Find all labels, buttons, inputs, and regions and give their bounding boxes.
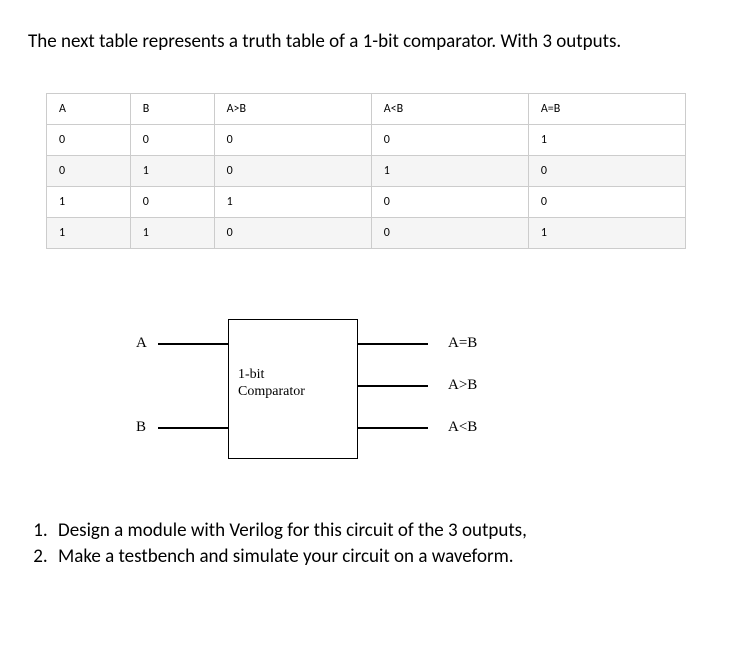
cell: 1 (47, 218, 131, 249)
wire-output-aeqb (358, 343, 428, 345)
cell: 1 (528, 125, 685, 156)
cell: 0 (528, 187, 685, 218)
box-line1: 1-bit (238, 367, 264, 382)
comparator-box-label: 1-bit Comparator (238, 367, 305, 401)
cell: 1 (47, 187, 131, 218)
question-2: Make a testbench and simulate your circu… (52, 545, 727, 568)
question-1: Design a module with Verilog for this ci… (52, 519, 727, 542)
wire-output-agtb (358, 385, 428, 387)
table-row: 0 0 0 0 1 (47, 125, 686, 156)
comparator-diagram: 1-bit Comparator A B A=B A>B A<B (88, 299, 588, 469)
cell: 0 (371, 218, 528, 249)
cell: 1 (130, 156, 214, 187)
cell: 0 (371, 187, 528, 218)
cell: 1 (130, 218, 214, 249)
label-output-altb: A<B (448, 419, 477, 436)
cell: 1 (214, 187, 371, 218)
table-header-row: A B A>B A<B A=B (47, 94, 686, 125)
cell: 0 (47, 125, 131, 156)
box-line2: Comparator (238, 384, 305, 399)
intro-text: The next table represents a truth table … (28, 30, 727, 53)
wire-input-b (158, 427, 228, 429)
cell: 1 (528, 218, 685, 249)
cell: 0 (130, 187, 214, 218)
wire-input-a (158, 343, 228, 345)
header-b: B (130, 94, 214, 125)
header-aeqb: A=B (528, 94, 685, 125)
cell: 0 (214, 125, 371, 156)
wire-output-altb (358, 427, 428, 429)
header-a: A (47, 94, 131, 125)
label-input-a: A (136, 335, 147, 352)
table-row: 1 1 0 0 1 (47, 218, 686, 249)
cell: 0 (214, 156, 371, 187)
cell: 0 (130, 125, 214, 156)
table-row: 1 0 1 0 0 (47, 187, 686, 218)
table-row: 0 1 0 1 0 (47, 156, 686, 187)
label-output-aeqb: A=B (448, 335, 477, 352)
label-input-b: B (136, 419, 146, 436)
header-altb: A<B (371, 94, 528, 125)
cell: 1 (371, 156, 528, 187)
question-list: Design a module with Verilog for this ci… (28, 519, 727, 568)
cell: 0 (371, 125, 528, 156)
truth-table: A B A>B A<B A=B 0 0 0 0 1 0 1 0 1 0 1 0 … (46, 93, 686, 249)
label-output-agtb: A>B (448, 377, 477, 394)
cell: 0 (214, 218, 371, 249)
cell: 0 (528, 156, 685, 187)
cell: 0 (47, 156, 131, 187)
header-agtb: A>B (214, 94, 371, 125)
